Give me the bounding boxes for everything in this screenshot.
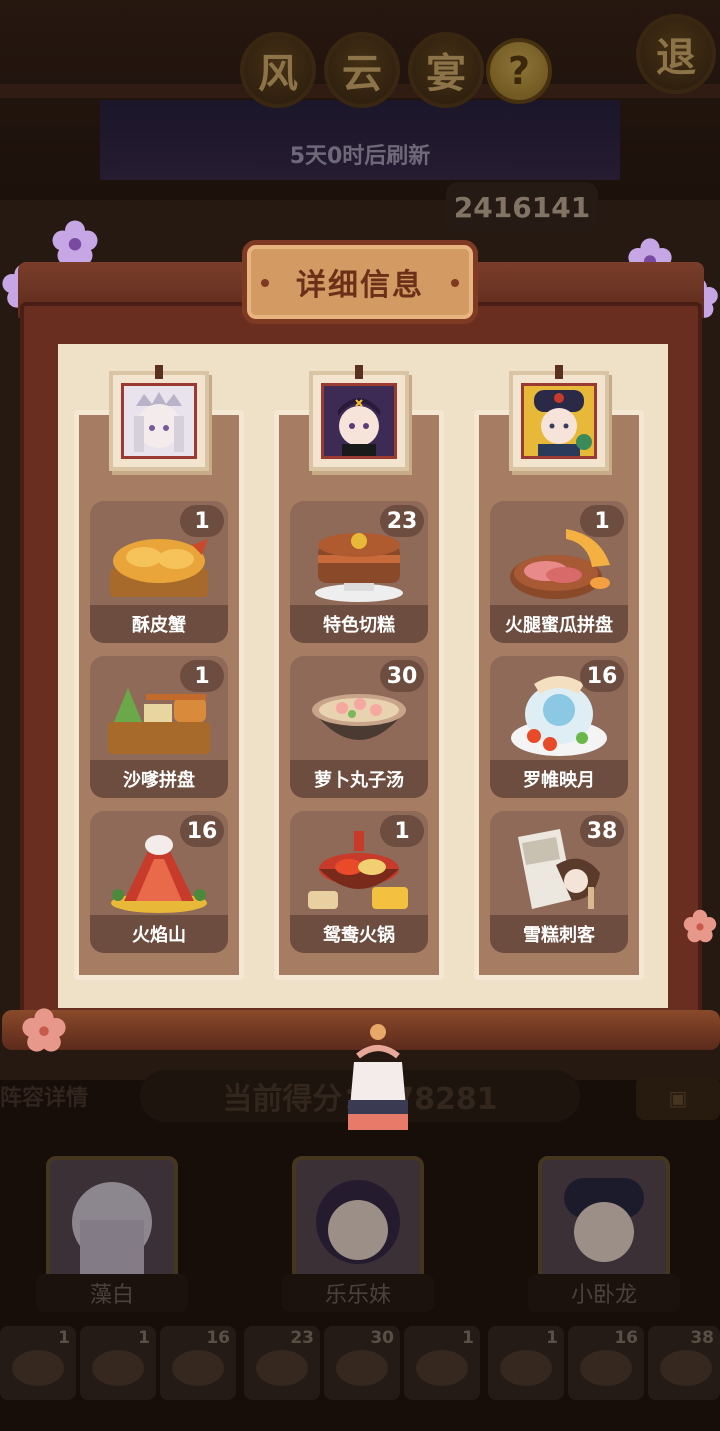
xiaowolong-avatar-icon (524, 386, 594, 456)
dish-card[interactable]: 30 萝卜丸子汤 (290, 656, 428, 798)
dish-count: 1 (180, 660, 224, 692)
dish-count: 30 (380, 660, 424, 692)
title-plaque: 详细信息 (242, 240, 478, 324)
dish-count: 16 (180, 815, 224, 847)
pin (355, 365, 363, 379)
modal-title: 详细信息 (296, 268, 424, 303)
character-portrait (509, 365, 609, 471)
character-column-zaobai: 1 酥皮蟹 1 沙嗲拼盘 16 火焰山 (74, 365, 244, 980)
portrait-frame (121, 383, 197, 459)
lelemei-avatar-icon (324, 386, 394, 456)
zaobai-avatar-icon (124, 386, 194, 456)
pin (155, 365, 163, 379)
dish-name: 萝卜丸子汤 (290, 760, 428, 798)
dish-card[interactable]: 16 火焰山 (90, 811, 228, 953)
dish-card[interactable]: 16 罗帷映月 (490, 656, 628, 798)
dish-name: 特色切糕 (290, 605, 428, 643)
dish-card[interactable]: 1 沙嗲拼盘 (90, 656, 228, 798)
character-portrait (109, 365, 209, 471)
dish-name: 火腿蜜瓜拼盘 (490, 605, 628, 643)
plaque-dot (261, 279, 269, 287)
character-column-lelemei: 23 特色切糕 30 萝卜丸子汤 1 鸳鸯火锅 (274, 365, 444, 980)
dish-card[interactable]: 1 鸳鸯火锅 (290, 811, 428, 953)
detail-modal: 详细信息 1 酥皮蟹 1 沙嗲拼盘 16 火焰山 23 特色切糕 30 萝卜丸子… (2, 240, 720, 1130)
portrait-frame (521, 383, 597, 459)
flower-icon (683, 909, 717, 943)
character-column-xiaowolong: 1 火腿蜜瓜拼盘 16 罗帷映月 38 雪糕刺客 (474, 365, 644, 980)
dish-count: 23 (380, 505, 424, 537)
dish-count: 38 (580, 815, 624, 847)
flower-icon (52, 220, 98, 266)
dish-name: 罗帷映月 (490, 760, 628, 798)
dish-count: 1 (580, 505, 624, 537)
detail-panel: 1 酥皮蟹 1 沙嗲拼盘 16 火焰山 23 特色切糕 30 萝卜丸子汤 1 鸳… (58, 344, 668, 1008)
dish-card[interactable]: 23 特色切糕 (290, 501, 428, 643)
dish-count: 1 (380, 815, 424, 847)
dish-name: 火焰山 (90, 915, 228, 953)
dish-count: 16 (580, 660, 624, 692)
dish-name: 酥皮蟹 (90, 605, 228, 643)
dish-card[interactable]: 38 雪糕刺客 (490, 811, 628, 953)
plaque-dot (451, 279, 459, 287)
flower-icon (22, 1008, 66, 1052)
portrait-frame (321, 383, 397, 459)
pin (555, 365, 563, 379)
dish-card[interactable]: 1 火腿蜜瓜拼盘 (490, 501, 628, 643)
dish-count: 1 (180, 505, 224, 537)
dish-card[interactable]: 1 酥皮蟹 (90, 501, 228, 643)
dish-name: 沙嗲拼盘 (90, 760, 228, 798)
tassel-icon (348, 1024, 408, 1130)
dish-name: 雪糕刺客 (490, 915, 628, 953)
dish-name: 鸳鸯火锅 (290, 915, 428, 953)
character-portrait (309, 365, 409, 471)
